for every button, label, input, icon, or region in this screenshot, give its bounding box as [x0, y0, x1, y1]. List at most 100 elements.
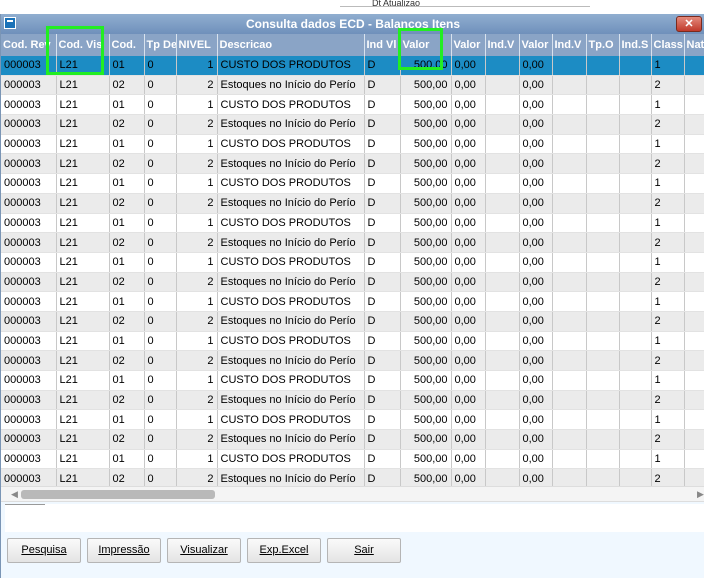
table-row[interactable]: 000003 L21 01 0 1 CUSTO DOS PRODUTOS D 500,00 0,…: [1, 449, 704, 470]
scrollbar-thumb[interactable]: [21, 490, 215, 499]
table-row[interactable]: 000003 L21 01 0 1 CUSTO DOS PRODUTOS D 500,00 0,…: [1, 370, 704, 391]
table-cell: [586, 213, 620, 234]
table-cell: [619, 390, 652, 411]
table-cell: 0,00: [519, 232, 553, 253]
column-header[interactable]: Ind Vl: [364, 34, 401, 56]
table-cell: [619, 311, 652, 332]
table-row[interactable]: 000003 L21 02 0 2 Estoques no Início do Perío…: [1, 193, 704, 214]
scroll-left-icon[interactable]: ◀: [11, 489, 18, 500]
table-cell: 000003: [1, 350, 57, 371]
sair-button[interactable]: Sair: [327, 538, 401, 563]
table-cell: D: [364, 311, 401, 332]
table-row[interactable]: 000003 L21 01 0 1 CUSTO DOS PRODUTOS D 500,00 0,…: [1, 409, 704, 431]
table-cell: CUSTO DOS PRODUTOS: [217, 370, 365, 391]
close-button[interactable]: ✕: [676, 16, 702, 32]
table-cell: 1: [176, 291, 218, 312]
data-grid[interactable]: Cod. Rev Cod. Vis Cod. Tp De NIVEL Descricao I…: [1, 34, 704, 486]
table-cell: 02: [109, 429, 145, 450]
table-cell: D: [364, 134, 401, 155]
table-row[interactable]: 000003 L21 02 0 2 Estoques no Início do Perío…: [1, 114, 704, 135]
table-row[interactable]: 000003 L21 02 0 2 Estoques no Início do Perío…: [1, 429, 704, 450]
column-header[interactable]: Ind.V: [552, 34, 587, 56]
table-cell: 0,00: [451, 252, 486, 273]
table-cell: D: [364, 370, 401, 391]
table-row[interactable]: 000003 L21 01 0 1 CUSTO DOS PRODUTOS D 500,00 0,…: [1, 134, 704, 155]
table-row[interactable]: 000003 L21 02 0 2 Estoques no Início do Perío…: [1, 350, 704, 371]
column-header[interactable]: Class: [651, 34, 685, 56]
table-cell: 500,00: [400, 213, 452, 234]
column-header[interactable]: Ind.S: [619, 34, 652, 56]
table-cell: 0,00: [451, 272, 486, 293]
column-header[interactable]: Valor: [400, 34, 452, 56]
table-cell: CUSTO DOS PRODUTOS: [217, 94, 365, 116]
visualizar-button[interactable]: Visualizar: [167, 538, 241, 563]
table-cell: Estoques no Início do Perío: [217, 390, 365, 411]
exp-excel-button[interactable]: Exp.Excel: [247, 538, 321, 563]
column-header[interactable]: Valor: [451, 34, 486, 56]
table-row[interactable]: 000003 L21 01 0 1 CUSTO DOS PRODUTOS D 500,00 0,…: [1, 56, 704, 76]
table-row[interactable]: 000003 L21 01 0 1 CUSTO DOS PRODUTOS D 500,00 0,…: [1, 94, 704, 116]
table-cell: 0: [144, 311, 177, 332]
table-cell: [485, 232, 520, 253]
table-cell: 0,00: [519, 429, 553, 450]
table-cell: 2: [651, 193, 685, 214]
table-row[interactable]: 000003 L21 02 0 2 Estoques no Início do Perío…: [1, 272, 704, 293]
table-row[interactable]: 000003 L21 02 0 2 Estoques no Início do Perío…: [1, 153, 704, 175]
column-header[interactable]: Tp.O: [586, 34, 620, 56]
table-cell: 000003: [1, 429, 57, 450]
table-cell: 000003: [1, 409, 57, 431]
column-header[interactable]: Valor: [519, 34, 553, 56]
table-cell: 0: [144, 193, 177, 214]
table-cell: 500,00: [400, 350, 452, 371]
column-header[interactable]: Descricao: [217, 34, 365, 56]
table-cell: [552, 390, 587, 411]
table-row[interactable]: 000003 L21 01 0 1 CUSTO DOS PRODUTOS D 500,00 0,…: [1, 173, 704, 194]
column-header[interactable]: Ind.V: [485, 34, 520, 56]
table-row[interactable]: 000003 L21 02 0 2 Estoques no Início do Perío…: [1, 390, 704, 411]
column-header[interactable]: Tp De: [144, 34, 177, 56]
table-cell: 500,00: [400, 232, 452, 253]
table-cell: 000003: [1, 213, 57, 234]
table-cell: 0: [144, 272, 177, 293]
table-cell: [485, 449, 520, 470]
table-row[interactable]: 000003 L21 01 0 1 CUSTO DOS PRODUTOS D 500,00 0,…: [1, 291, 704, 312]
table-row[interactable]: 000003 L21 01 0 1 CUSTO DOS PRODUTOS D 500,00 0,…: [1, 331, 704, 352]
table-cell: L21: [56, 213, 110, 234]
column-header[interactable]: NIVEL: [176, 34, 218, 56]
table-row[interactable]: 000003 L21 01 0 1 CUSTO DOS PRODUTOS D 500,00 0,…: [1, 252, 704, 273]
table-row[interactable]: 000003 L21 02 0 2 Estoques no Início do Perío…: [1, 75, 704, 96]
table-cell: Estoques no Início do Perío: [217, 272, 365, 293]
table-cell: 0,00: [451, 153, 486, 175]
table-cell: 02: [109, 232, 145, 253]
table-cell: 02: [109, 468, 145, 486]
table-cell: [619, 213, 652, 234]
column-header[interactable]: Cod. Vis: [56, 34, 110, 56]
scroll-right-icon[interactable]: ▶: [697, 489, 704, 500]
window-menu-icon[interactable]: [4, 17, 16, 29]
table-cell: [684, 409, 704, 431]
pesquisa-button[interactable]: Pesquisa: [7, 538, 81, 563]
column-header[interactable]: Cod.: [109, 34, 145, 56]
table-cell: 1: [176, 252, 218, 273]
table-cell: [619, 173, 652, 194]
horizontal-scrollbar[interactable]: ◀ ▶: [1, 486, 704, 502]
table-cell: D: [364, 75, 401, 96]
table-cell: [485, 114, 520, 135]
table-cell: 000003: [1, 56, 57, 76]
table-cell: 2: [176, 75, 218, 96]
table-row[interactable]: 000003 L21 02 0 2 Estoques no Início do Perío…: [1, 232, 704, 253]
column-header[interactable]: Nat: [684, 34, 704, 56]
table-cell: L21: [56, 94, 110, 116]
table-cell: CUSTO DOS PRODUTOS: [217, 449, 365, 470]
table-cell: 01: [109, 331, 145, 352]
table-row[interactable]: 000003 L21 02 0 2 Estoques no Início do Perío…: [1, 468, 704, 486]
column-header[interactable]: Cod. Rev: [1, 34, 57, 56]
table-cell: 0: [144, 114, 177, 135]
table-cell: 0,00: [451, 56, 486, 76]
table-row[interactable]: 000003 L21 02 0 2 Estoques no Início do Perío…: [1, 311, 704, 332]
table-row[interactable]: 000003 L21 01 0 1 CUSTO DOS PRODUTOS D 500,00 0,…: [1, 213, 704, 234]
table-cell: [619, 370, 652, 391]
table-cell: 000003: [1, 291, 57, 312]
impressao-button[interactable]: Impressão: [87, 538, 161, 563]
table-cell: 0,00: [451, 409, 486, 431]
